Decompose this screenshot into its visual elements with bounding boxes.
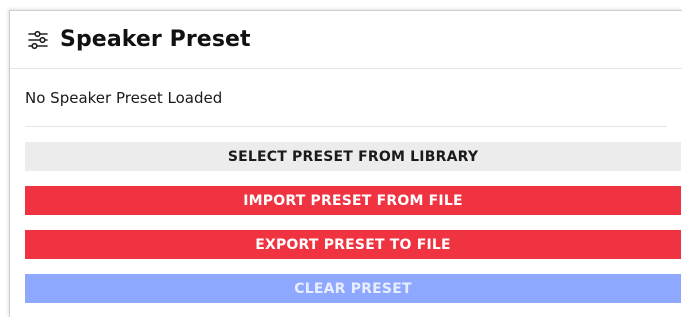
- select-preset-from-library-button[interactable]: SELECT PRESET FROM LIBRARY: [25, 142, 681, 171]
- preset-status-text: No Speaker Preset Loaded: [25, 69, 667, 127]
- clear-preset-button[interactable]: CLEAR PRESET: [25, 274, 681, 303]
- export-preset-to-file-button[interactable]: EXPORT PRESET TO FILE: [25, 230, 681, 259]
- sliders-icon: [27, 29, 49, 51]
- panel-header: Speaker Preset: [10, 11, 682, 69]
- import-preset-from-file-button[interactable]: IMPORT PRESET FROM FILE: [25, 186, 681, 215]
- status-label: No Speaker Preset Loaded: [25, 88, 223, 107]
- speaker-preset-panel: Speaker Preset No Speaker Preset Loaded …: [9, 10, 682, 317]
- panel-title: Speaker Preset: [60, 27, 251, 52]
